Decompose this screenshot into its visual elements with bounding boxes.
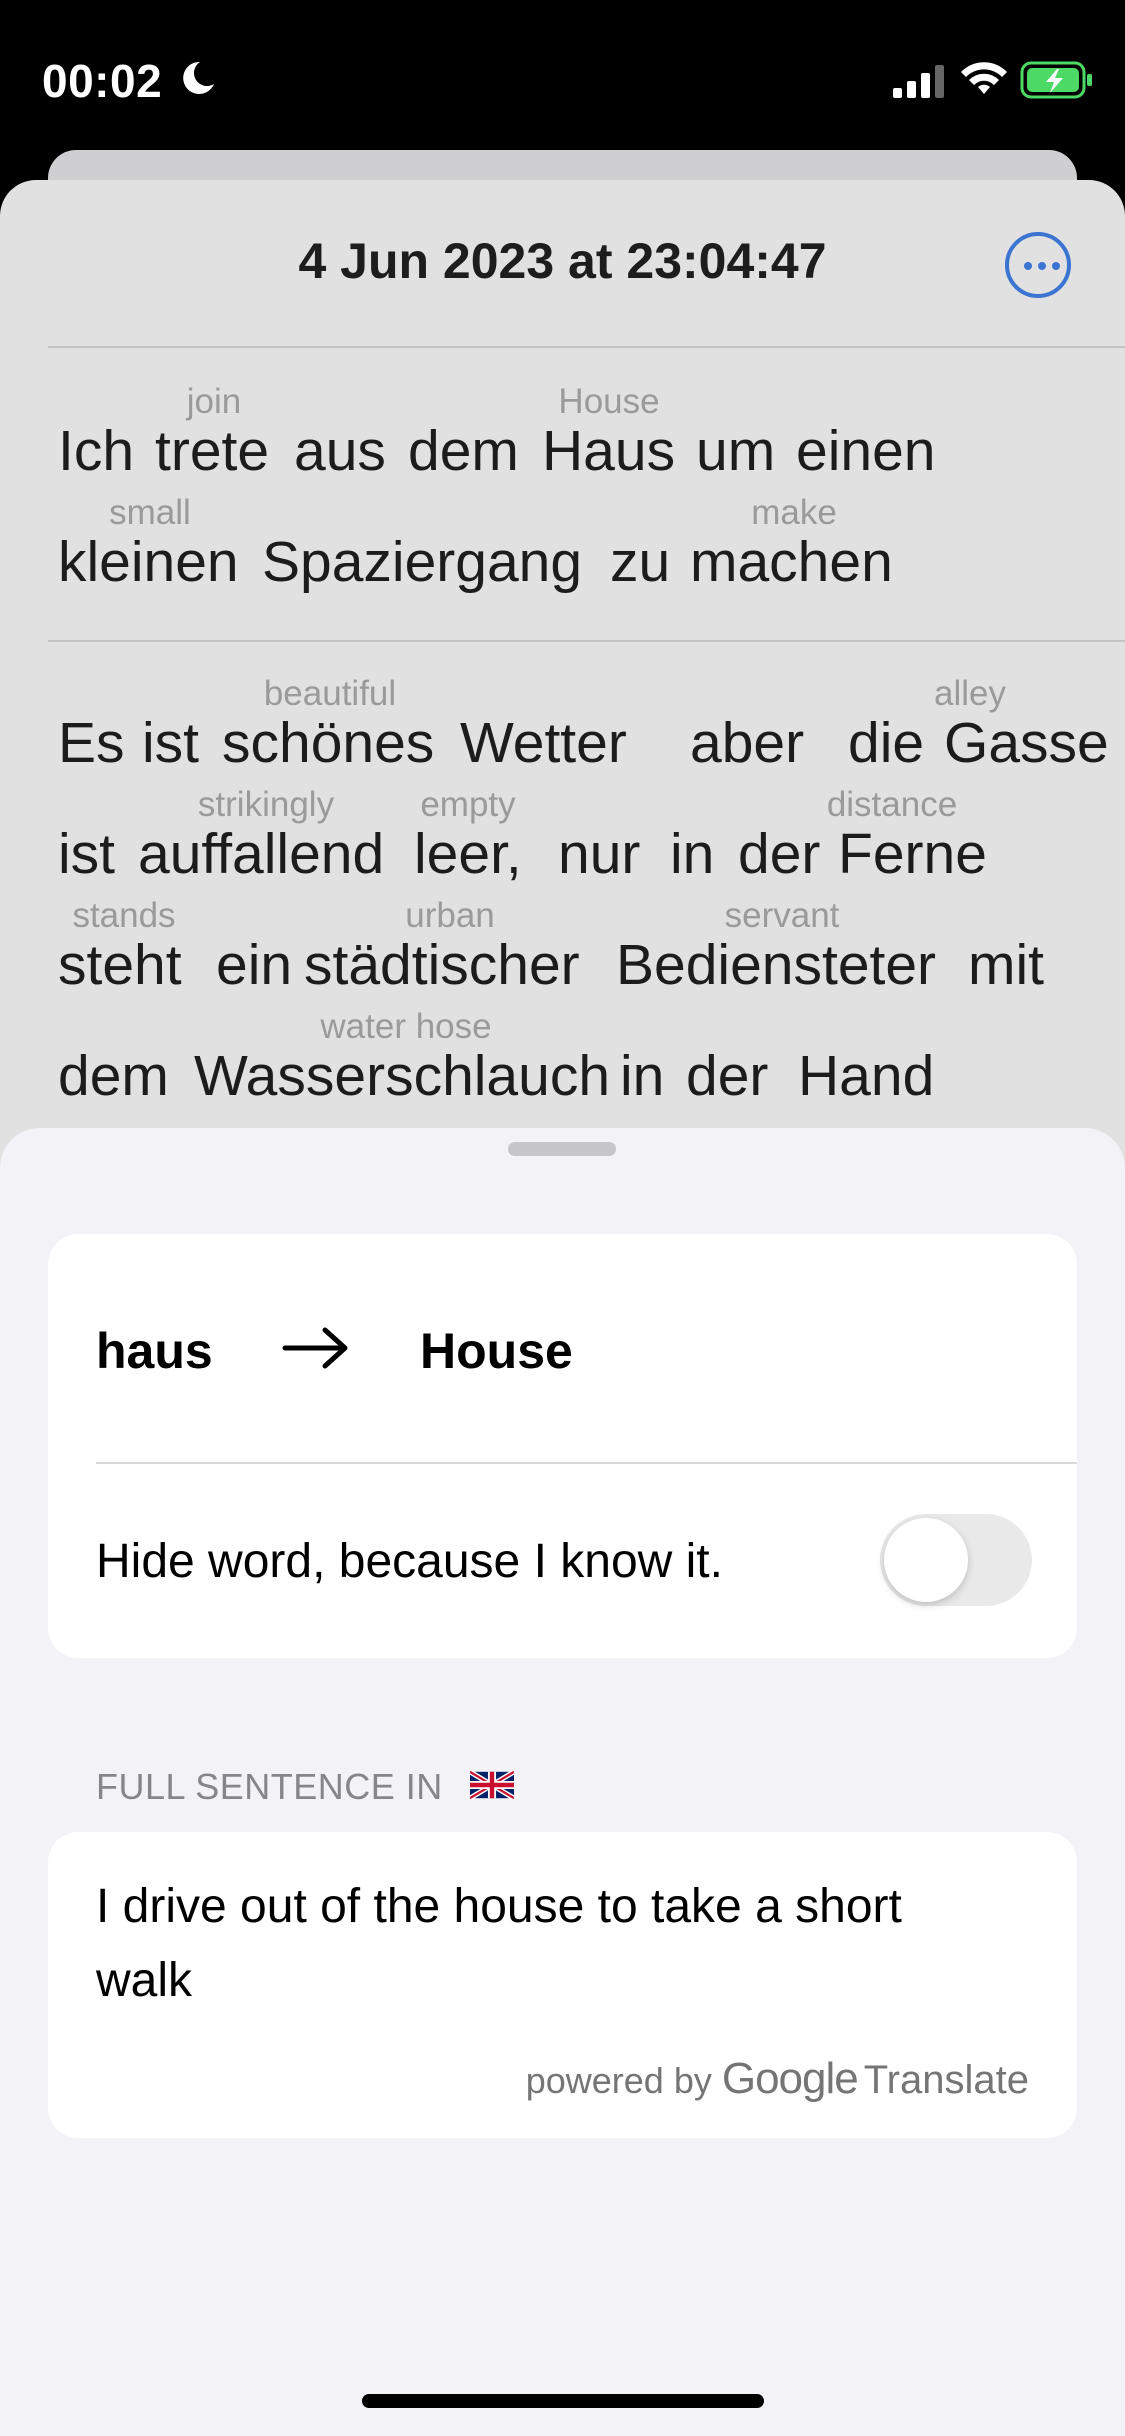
word[interactable]: städtischer	[304, 932, 580, 998]
full-sentence-card: I drive out of the house to take a short…	[48, 1832, 1077, 2138]
sentence-line: Ich trete aus dem Haus um einen join Hou…	[58, 382, 1078, 493]
hide-word-toggle[interactable]	[880, 1514, 1032, 1606]
word[interactable]: der	[738, 821, 820, 887]
word[interactable]: die	[848, 710, 924, 776]
word[interactable]: aus	[294, 418, 386, 484]
word[interactable]: dem	[408, 418, 519, 484]
word[interactable]: auffallend	[138, 821, 384, 887]
source-word: haus	[96, 1323, 213, 1379]
translate-label: Translate	[863, 2058, 1029, 2102]
word-gloss: distance	[826, 785, 958, 824]
target-word: House	[420, 1323, 573, 1379]
page-title: 4 Jun 2023 at 23:04:47	[298, 233, 827, 289]
word[interactable]: zu	[610, 529, 670, 595]
word[interactable]: Spaziergang	[262, 529, 582, 595]
word[interactable]: Hand	[798, 1043, 934, 1109]
word[interactable]: Bediensteter	[616, 932, 936, 998]
word[interactable]: ein	[216, 932, 292, 998]
status-time: 00:02	[42, 55, 163, 107]
toggle-knob	[884, 1518, 968, 1602]
divider	[48, 640, 1125, 642]
word[interactable]: aber	[690, 710, 804, 776]
hide-word-label: Hide word, because I know it.	[96, 1535, 723, 1588]
word-gloss: urban	[405, 896, 495, 935]
word-gloss: House	[558, 382, 660, 421]
full-sentence-header: FULL SENTENCE IN	[96, 1766, 443, 1807]
word-gloss: servant	[724, 896, 840, 935]
word[interactable]: Es	[58, 710, 125, 776]
word[interactable]: in	[620, 1043, 664, 1109]
word[interactable]: steht	[58, 932, 182, 998]
word[interactable]: in	[670, 821, 714, 887]
sentence-line: steht ein städtischer Bediensteter mit s…	[58, 896, 1078, 1007]
word-detail-sheet: haus House Hide word, because I know it.…	[0, 1128, 1125, 2436]
word[interactable]: Ferne	[838, 821, 987, 887]
wifi-icon	[961, 62, 1007, 94]
more-dot	[1024, 262, 1032, 270]
word[interactable]: dem	[58, 1043, 169, 1109]
word-gloss: beautiful	[263, 674, 397, 713]
divider	[48, 346, 1125, 348]
word-gloss: make	[751, 493, 837, 532]
sheet-grabber[interactable]	[508, 1142, 616, 1156]
word[interactable]: ist	[142, 710, 199, 776]
word[interactable]: leer,	[414, 821, 522, 887]
battery-charging-icon	[1020, 61, 1092, 99]
sentence-block: Ich trete aus dem Haus um einen join Hou…	[58, 382, 1078, 604]
divider	[96, 1462, 1077, 1464]
word-gloss: alley	[934, 674, 1006, 713]
more-options-button[interactable]	[1005, 232, 1071, 298]
sentence-line: ist auffallend leer, nur in der Ferne st…	[58, 785, 1078, 896]
word-translation-card: haus House Hide word, because I know it.	[48, 1234, 1077, 1658]
translated-sentence: I drive out of the house to take a short…	[96, 1880, 902, 2007]
cellular-signal-icon	[893, 65, 944, 98]
word-gloss: water hose	[320, 1007, 492, 1046]
word-gloss: empty	[420, 785, 516, 824]
home-indicator[interactable]	[362, 2394, 764, 2408]
word[interactable]: kleinen	[58, 529, 239, 595]
sentence-line: kleinen Spaziergang zu machen small make	[58, 493, 1078, 604]
word[interactable]: um	[696, 418, 775, 484]
word[interactable]: nur	[558, 821, 640, 887]
sentence-line: Es ist schönes Wetter aber die Gasse bea…	[58, 674, 1109, 785]
word[interactable]: einen	[796, 418, 935, 484]
arrow-right-icon	[282, 1327, 348, 1369]
word[interactable]: ist	[58, 821, 115, 887]
powered-by-google-translate: powered by Google Translate	[526, 2054, 1029, 2104]
more-dot	[1038, 262, 1046, 270]
sentence-block: Es ist schönes Wetter aber die Gasse bea…	[58, 674, 1109, 1118]
more-dot	[1052, 262, 1060, 270]
sentence-line: dem Wasserschlauch in der Hand water hos…	[58, 1007, 1078, 1118]
word[interactable]: mit	[968, 932, 1044, 998]
word-gloss: stands	[72, 896, 176, 935]
word[interactable]: trete	[155, 418, 269, 484]
uk-flag-icon	[470, 1770, 514, 1800]
word[interactable]: Ich	[58, 418, 134, 484]
word-gloss: strikingly	[197, 785, 335, 824]
powered-by-label: powered by	[525, 2060, 712, 2101]
google-logo: Google	[721, 2054, 859, 2103]
moon-icon	[183, 61, 214, 94]
word[interactable]: Wetter	[460, 710, 627, 776]
word[interactable]: Haus	[542, 418, 675, 484]
word[interactable]: schönes	[222, 710, 434, 776]
word[interactable]: Gasse	[944, 710, 1109, 776]
status-bar: 00:02	[0, 0, 1125, 150]
word-gloss: join	[186, 382, 242, 421]
word[interactable]: der	[686, 1043, 768, 1109]
word[interactable]: Wasserschlauch	[194, 1043, 610, 1109]
word[interactable]: machen	[690, 529, 893, 595]
word-gloss: small	[109, 493, 191, 532]
